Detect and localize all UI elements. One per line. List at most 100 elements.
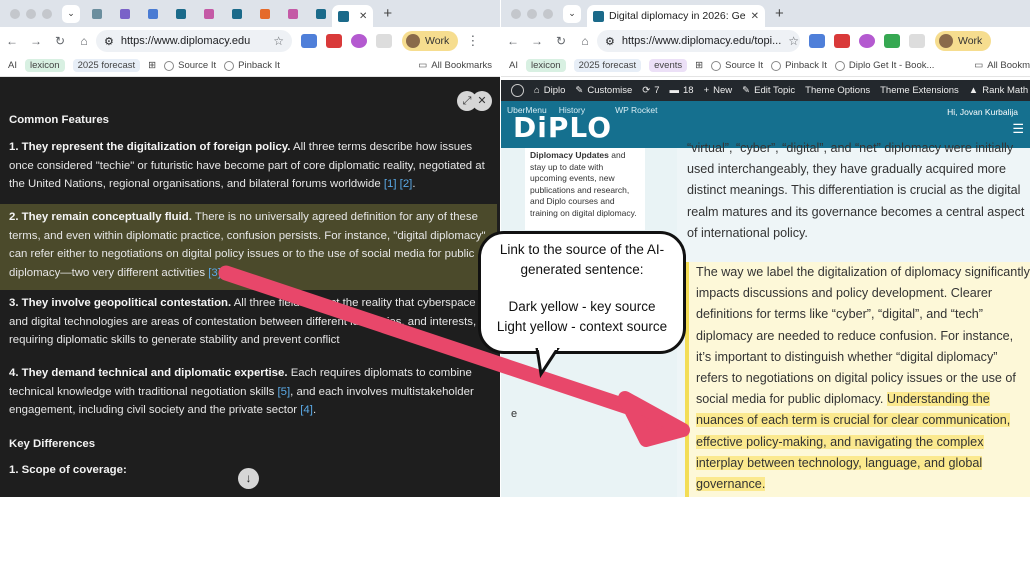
citation-link[interactable]: [5] (277, 386, 290, 398)
callout-tail-shape (535, 348, 560, 378)
wp-comments-count: 18 (683, 85, 694, 96)
wp-customise-link[interactable]: ✎ Customise (575, 85, 632, 96)
apps-grid-icon[interactable]: ⊞ (695, 60, 703, 71)
wp-site-link[interactable]: ⌂ Diplo (534, 85, 565, 96)
extensions-puzzle-icon[interactable] (376, 34, 392, 48)
new-tab-icon[interactable]: + (383, 5, 392, 22)
callout-key-legend: Dark yellow - key source (508, 299, 656, 314)
site-settings-icon[interactable]: ⚙ (605, 35, 615, 48)
profile-button[interactable]: Work (402, 31, 459, 51)
extension-icon[interactable] (909, 34, 925, 48)
bookmark-forecast[interactable]: 2025 forecast (573, 59, 642, 72)
wp-theme-options-link[interactable]: Theme Options (805, 85, 870, 96)
home-icon[interactable]: ⌂ (573, 34, 597, 48)
new-tab-icon[interactable]: + (775, 5, 784, 22)
hamburger-menu-icon[interactable]: ☰ (1012, 121, 1024, 137)
tab-favicon[interactable] (226, 7, 248, 21)
article-text-cut: “virtual”, “cyber”, “digital”, and “net”… (687, 141, 972, 155)
all-bookmarks[interactable]: ▭ All Bookm (974, 60, 1030, 71)
right-tab-bar: ⌄ Digital diplomacy in 2026: Ge ✕ + (501, 0, 1030, 27)
bookmark-pinback-it[interactable]: Pinback It (224, 60, 280, 71)
tab-favicon[interactable] (142, 7, 164, 21)
wp-admin-bar: ⌂ Diplo ✎ Customise ⟳ 7 ▬ 18 + New ✎ Edit Topi… (501, 80, 1030, 101)
tab-favicon[interactable] (310, 7, 332, 21)
bookmark-label: Source It (178, 60, 217, 71)
tab-favicon[interactable] (282, 7, 304, 21)
right-address-bar: ← → ↻ ⌂ ⚙ https://www.diplomacy.edu/topi… (501, 27, 1030, 55)
wordpress-icon[interactable] (511, 84, 524, 97)
wp-updates-link[interactable]: ⟳ 7 (642, 85, 659, 96)
extension-icon[interactable] (351, 34, 367, 48)
bookmark-events[interactable]: events (649, 59, 688, 72)
reload-icon[interactable]: ↻ (48, 34, 72, 48)
close-tab-icon[interactable]: ✕ (359, 11, 367, 22)
profile-button[interactable]: Work (935, 31, 992, 51)
bookmark-ai[interactable]: AI (509, 60, 518, 71)
extension-badge-icon[interactable] (834, 34, 850, 48)
forward-icon[interactable]: → (24, 34, 48, 48)
tab-favicon[interactable] (254, 7, 276, 21)
extension-translate-icon[interactable] (301, 34, 317, 48)
close-panel-icon[interactable]: ✕ (472, 91, 492, 111)
wp-rocket-link[interactable]: WP Rocket (615, 105, 657, 115)
scroll-down-icon[interactable]: ↓ (238, 468, 259, 489)
browser-menu-icon[interactable]: ⋮ (466, 33, 479, 49)
updates-icon: ⟳ (642, 85, 651, 96)
home-icon[interactable]: ⌂ (72, 34, 96, 48)
bookmark-lexicon[interactable]: lexicon (24, 59, 65, 72)
close-tab-icon[interactable]: ✕ (751, 11, 759, 22)
extension-badge-icon[interactable] (326, 34, 342, 48)
right-url-field[interactable]: ⚙ https://www.diplomacy.edu/topi... ☆ (597, 30, 800, 52)
tab-favicon[interactable] (198, 7, 220, 21)
right-active-tab[interactable]: Digital diplomacy in 2026: Ge ✕ (587, 5, 765, 27)
user-greeting[interactable]: Hi, Jovan Kurbalija (947, 107, 1018, 117)
newsletter-title[interactable]: Diplomacy Updates (530, 150, 609, 160)
tab-favicon[interactable] (86, 7, 108, 21)
all-bookmarks[interactable]: ▭ All Bookmarks (418, 60, 492, 71)
feature-paragraph-highlighted: 2. They remain conceptually fluid. There… (0, 204, 497, 290)
bookmark-diplo-get-it[interactable]: Diplo Get It - Book... (834, 60, 934, 71)
bookmark-label: 2025 forecast (72, 59, 141, 72)
pinned-tabs[interactable] (86, 7, 332, 21)
left-url-field[interactable]: ⚙ https://www.diplomacy.edu ☆ (96, 30, 292, 52)
left-active-tab[interactable]: ✕ (332, 5, 374, 27)
extension-translate-icon[interactable] (809, 34, 825, 48)
tab-favicon[interactable] (170, 7, 192, 21)
forward-icon[interactable]: → (525, 34, 549, 48)
wp-theme-extensions-link[interactable]: Theme Extensions (880, 85, 959, 96)
wp-edit-topic-link[interactable]: ✎ Edit Topic (742, 85, 795, 96)
site-settings-icon[interactable]: ⚙ (104, 35, 114, 48)
tab-search-icon[interactable]: ⌄ (62, 4, 80, 23)
folder-icon: ▭ (974, 60, 984, 71)
citation-link[interactable]: [3] (208, 267, 221, 279)
key-differences-heading: Key Differences (9, 438, 96, 450)
citation-link[interactable]: [4] (300, 404, 313, 416)
reload-icon[interactable]: ↻ (549, 34, 573, 48)
feature-title: 2. They remain conceptually fluid. (9, 211, 192, 223)
tab-favicon[interactable] (114, 7, 136, 21)
drive-icon[interactable] (884, 34, 900, 48)
apps-grid-icon[interactable]: ⊞ (148, 60, 156, 71)
bookmark-source-it[interactable]: Source It (711, 60, 763, 71)
citation-link[interactable]: [1] [2] (384, 178, 413, 190)
bookmark-forecast[interactable]: 2025 forecast (72, 59, 141, 72)
bookmark-source-it[interactable]: Source It (164, 60, 216, 71)
window-controls[interactable] (10, 8, 52, 19)
back-icon[interactable]: ← (501, 34, 525, 48)
back-icon[interactable]: ← (0, 34, 24, 48)
bookmark-star-icon[interactable]: ☆ (273, 34, 284, 48)
wp-comments-link[interactable]: ▬ 18 (670, 85, 694, 96)
bookmark-pinback-it[interactable]: Pinback It (771, 60, 827, 71)
bookmark-lexicon[interactable]: lexicon (525, 59, 566, 72)
bookmark-label: Source It (725, 60, 764, 71)
bookmark-ai[interactable]: AI (8, 60, 17, 71)
extension-icon[interactable] (859, 34, 875, 48)
diplo-logo[interactable]: DiPLO (513, 111, 612, 144)
tab-search-icon[interactable]: ⌄ (563, 4, 581, 23)
bookmark-label: Pinback It (238, 60, 280, 71)
sidebar-fragment: e (511, 408, 518, 420)
wp-rank-math-link[interactable]: ▲Rank Math SE (969, 85, 1030, 96)
wp-new-link[interactable]: + New (704, 85, 733, 96)
window-controls[interactable] (511, 8, 553, 19)
bookmark-star-icon[interactable]: ☆ (788, 34, 799, 48)
